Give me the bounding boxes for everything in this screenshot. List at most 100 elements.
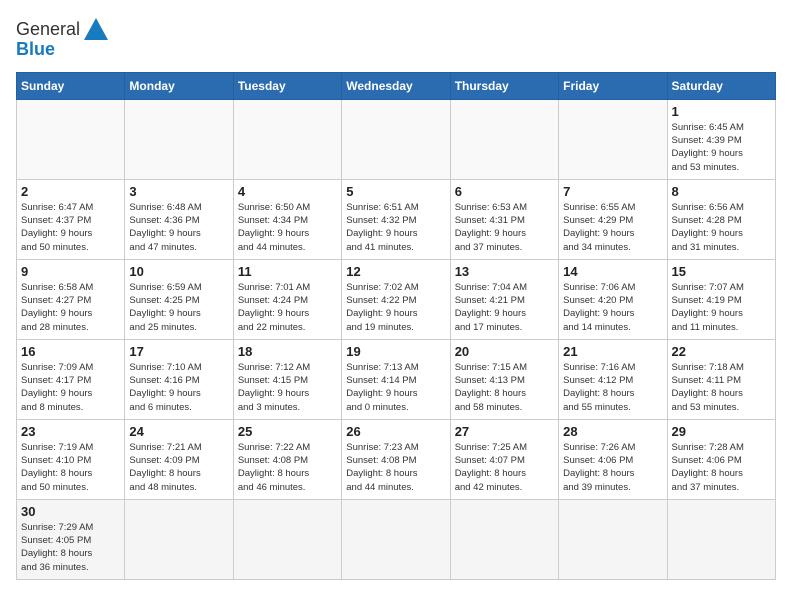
table-row [17,99,125,179]
table-row: 19Sunrise: 7:13 AM Sunset: 4:14 PM Dayli… [342,339,450,419]
table-row: 4Sunrise: 6:50 AM Sunset: 4:34 PM Daylig… [233,179,341,259]
day-number: 6 [455,184,554,199]
calendar-table: Sunday Monday Tuesday Wednesday Thursday… [16,72,776,580]
calendar-week-row: 30Sunrise: 7:29 AM Sunset: 4:05 PM Dayli… [17,499,776,579]
day-info: Sunrise: 7:06 AM Sunset: 4:20 PM Dayligh… [563,281,662,334]
day-number: 3 [129,184,228,199]
day-info: Sunrise: 7:02 AM Sunset: 4:22 PM Dayligh… [346,281,445,334]
day-number: 1 [672,104,771,119]
day-number: 23 [21,424,120,439]
day-info: Sunrise: 7:04 AM Sunset: 4:21 PM Dayligh… [455,281,554,334]
day-number: 11 [238,264,337,279]
table-row: 25 Sunrise: 7:22 AM Sunset: 4:08 PM Dayli… [233,419,341,499]
header-wednesday: Wednesday [342,72,450,99]
table-row: 12 Sunrise: 7:02 AM Sunset: 4:22 PM Dayli… [342,259,450,339]
table-row: 8 Sunrise: 6:56 AM Sunset: 4:28 PM Daylig… [667,179,775,259]
table-row [450,499,558,579]
day-number: 25 [238,424,337,439]
table-row: 21 Sunrise: 7:16 AM Sunset: 4:12 PM Dayli… [559,339,667,419]
day-number: 21 [563,344,662,359]
day-number: 15 [672,264,771,279]
day-info: Sunrise: 7:16 AM Sunset: 4:12 PM Dayligh… [563,361,662,414]
day-number: 2 [21,184,120,199]
day-number: 28 [563,424,662,439]
calendar-week-row: 9Sunrise: 6:58 AM Sunset: 4:27 PM Daylig… [17,259,776,339]
day-info: Sunrise: 7:15 AM Sunset: 4:13 PM Dayligh… [455,361,554,414]
table-row [233,499,341,579]
table-row: 13 Sunrise: 7:04 AM Sunset: 4:21 PM Dayli… [450,259,558,339]
calendar-week-row: 2 Sunrise: 6:47 AM Sunset: 4:37 PM Daylig… [17,179,776,259]
weekday-row: Sunday Monday Tuesday Wednesday Thursday… [17,72,776,99]
table-row: 18Sunrise: 7:12 AM Sunset: 4:15 PM Dayli… [233,339,341,419]
header-friday: Friday [559,72,667,99]
logo: General Blue [16,16,110,60]
logo-blue-text: Blue [16,40,55,60]
table-row: 5 Sunrise: 6:51 AM Sunset: 4:32 PM Daylig… [342,179,450,259]
table-row: 27 Sunrise: 7:25 AM Sunset: 4:07 PM Dayli… [450,419,558,499]
table-row: 26Sunrise: 7:23 AM Sunset: 4:08 PM Dayli… [342,419,450,499]
table-row: 17Sunrise: 7:10 AM Sunset: 4:16 PM Dayli… [125,339,233,419]
day-info: Sunrise: 7:19 AM Sunset: 4:10 PM Dayligh… [21,441,120,494]
day-info: Sunrise: 7:22 AM Sunset: 4:08 PM Dayligh… [238,441,337,494]
table-row: 3 Sunrise: 6:48 AM Sunset: 4:36 PM Daylig… [125,179,233,259]
day-info: Sunrise: 7:12 AM Sunset: 4:15 PM Dayligh… [238,361,337,414]
day-number: 29 [672,424,771,439]
day-info: Sunrise: 7:26 AM Sunset: 4:06 PM Dayligh… [563,441,662,494]
day-number: 16 [21,344,120,359]
day-number: 14 [563,264,662,279]
table-row [342,499,450,579]
table-row: 28 Sunrise: 7:26 AM Sunset: 4:06 PM Dayli… [559,419,667,499]
table-row: 14 Sunrise: 7:06 AM Sunset: 4:20 PM Dayli… [559,259,667,339]
day-number: 22 [672,344,771,359]
table-row [667,499,775,579]
day-number: 12 [346,264,445,279]
table-row: 30Sunrise: 7:29 AM Sunset: 4:05 PM Dayli… [17,499,125,579]
day-info: Sunrise: 6:51 AM Sunset: 4:32 PM Dayligh… [346,201,445,254]
logo-general-text: General [16,20,80,40]
day-info: Sunrise: 6:50 AM Sunset: 4:34 PM Dayligh… [238,201,337,254]
day-info: Sunrise: 6:47 AM Sunset: 4:37 PM Dayligh… [21,201,120,254]
day-info: Sunrise: 7:23 AM Sunset: 4:08 PM Dayligh… [346,441,445,494]
day-info: Sunrise: 7:10 AM Sunset: 4:16 PM Dayligh… [129,361,228,414]
day-info: Sunrise: 7:09 AM Sunset: 4:17 PM Dayligh… [21,361,120,414]
day-number: 27 [455,424,554,439]
table-row [559,99,667,179]
day-info: Sunrise: 7:28 AM Sunset: 4:06 PM Dayligh… [672,441,771,494]
table-row: 23 Sunrise: 7:19 AM Sunset: 4:10 PM Dayli… [17,419,125,499]
day-number: 13 [455,264,554,279]
logo-icon [82,16,110,44]
day-info: Sunrise: 6:53 AM Sunset: 4:31 PM Dayligh… [455,201,554,254]
day-number: 20 [455,344,554,359]
day-info: Sunrise: 6:56 AM Sunset: 4:28 PM Dayligh… [672,201,771,254]
table-row [125,499,233,579]
header-thursday: Thursday [450,72,558,99]
day-info: Sunrise: 6:59 AM Sunset: 4:25 PM Dayligh… [129,281,228,334]
table-row: 15Sunrise: 7:07 AM Sunset: 4:19 PM Dayli… [667,259,775,339]
day-number: 5 [346,184,445,199]
day-info: Sunrise: 6:48 AM Sunset: 4:36 PM Dayligh… [129,201,228,254]
page-header: General Blue [16,16,776,60]
day-info: Sunrise: 7:29 AM Sunset: 4:05 PM Dayligh… [21,521,120,574]
table-row: 11 Sunrise: 7:01 AM Sunset: 4:24 PM Dayli… [233,259,341,339]
table-row: 20 Sunrise: 7:15 AM Sunset: 4:13 PM Dayli… [450,339,558,419]
table-row: 6 Sunrise: 6:53 AM Sunset: 4:31 PM Daylig… [450,179,558,259]
day-number: 9 [21,264,120,279]
table-row: 24Sunrise: 7:21 AM Sunset: 4:09 PM Dayli… [125,419,233,499]
table-row: 9Sunrise: 6:58 AM Sunset: 4:27 PM Daylig… [17,259,125,339]
day-info: Sunrise: 7:25 AM Sunset: 4:07 PM Dayligh… [455,441,554,494]
calendar-week-row: 23 Sunrise: 7:19 AM Sunset: 4:10 PM Dayli… [17,419,776,499]
day-info: Sunrise: 7:13 AM Sunset: 4:14 PM Dayligh… [346,361,445,414]
table-row [233,99,341,179]
table-row: 29 Sunrise: 7:28 AM Sunset: 4:06 PM Dayli… [667,419,775,499]
table-row: 7 Sunrise: 6:55 AM Sunset: 4:29 PM Daylig… [559,179,667,259]
day-number: 10 [129,264,228,279]
table-row: 1Sunrise: 6:45 AM Sunset: 4:39 PM Daylig… [667,99,775,179]
table-row [450,99,558,179]
day-number: 7 [563,184,662,199]
day-info: Sunrise: 6:55 AM Sunset: 4:29 PM Dayligh… [563,201,662,254]
day-number: 8 [672,184,771,199]
header-saturday: Saturday [667,72,775,99]
day-info: Sunrise: 7:01 AM Sunset: 4:24 PM Dayligh… [238,281,337,334]
table-row: 22Sunrise: 7:18 AM Sunset: 4:11 PM Dayli… [667,339,775,419]
table-row: 2 Sunrise: 6:47 AM Sunset: 4:37 PM Daylig… [17,179,125,259]
